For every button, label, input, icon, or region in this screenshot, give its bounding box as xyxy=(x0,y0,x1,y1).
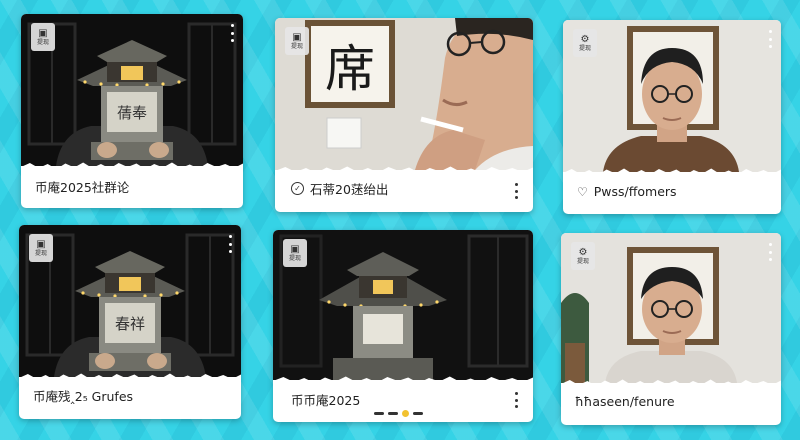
more-options-icon[interactable] xyxy=(513,183,519,199)
calligraphy-text: 席 xyxy=(325,40,375,98)
carousel-dots[interactable] xyxy=(374,410,423,417)
user-square-icon: ▣ xyxy=(290,243,300,255)
lantern-photo xyxy=(273,230,533,380)
check-circle-icon: ✓ xyxy=(291,182,304,195)
photo-card-6[interactable]: ⚙ 提现 ħħaseen/fenure xyxy=(561,233,781,425)
user-square-icon: ▣ xyxy=(36,238,46,250)
photo-card-2[interactable]: 席 ▣ 提现 ✓ 石蒂20蒁绐出 xyxy=(275,18,533,212)
photo-card-1[interactable]: 蒨奉 ▣ 提现 币庵2025社群论 xyxy=(21,14,243,208)
card-caption: ♡ Pwss/ffomers xyxy=(577,184,677,199)
more-options-icon[interactable] xyxy=(767,243,773,261)
heart-icon: ♡ xyxy=(577,184,588,199)
more-options-icon[interactable] xyxy=(227,235,233,253)
card-caption: 币庵残‸2₅ Grufes xyxy=(33,389,134,404)
gear-icon: ⚙ xyxy=(580,33,590,45)
badge: ▣ 提现 xyxy=(31,23,55,51)
badge: ⚙ 提现 xyxy=(573,29,597,57)
card-caption: ħħaseen/fenure xyxy=(575,394,675,409)
lantern-plaque-text-1: 蒨奉 xyxy=(117,104,147,122)
user-square-icon: ▣ xyxy=(292,31,302,43)
badge: ▣ 提现 xyxy=(285,27,309,55)
card-caption: 币庵2025社群论 xyxy=(35,180,130,195)
more-options-icon[interactable] xyxy=(767,30,773,48)
photo-card-4[interactable]: 春祥 ▣ 提现 币庵残‸2₅ Grufes xyxy=(19,225,241,419)
more-options-icon[interactable] xyxy=(513,392,519,408)
photo-card-5[interactable]: ▣ 提现 币币庵2025 xyxy=(273,230,533,422)
photo-card-3[interactable]: ⚙ 提现 ♡ Pwss/ffomers xyxy=(563,20,781,214)
badge: ▣ 提现 xyxy=(283,239,307,267)
user-square-icon: ▣ xyxy=(38,27,48,39)
card-caption: 币币庵2025 xyxy=(291,393,361,408)
lantern-plaque-text-2: 春祥 xyxy=(115,315,145,333)
more-options-icon[interactable] xyxy=(229,24,235,42)
badge: ⚙ 提现 xyxy=(571,242,595,270)
smoking-man-photo: 席 xyxy=(275,18,533,170)
card-caption: ✓ 石蒂20蒁绐出 xyxy=(291,179,388,198)
gear-icon: ⚙ xyxy=(578,246,588,258)
badge: ▣ 提现 xyxy=(29,234,53,262)
